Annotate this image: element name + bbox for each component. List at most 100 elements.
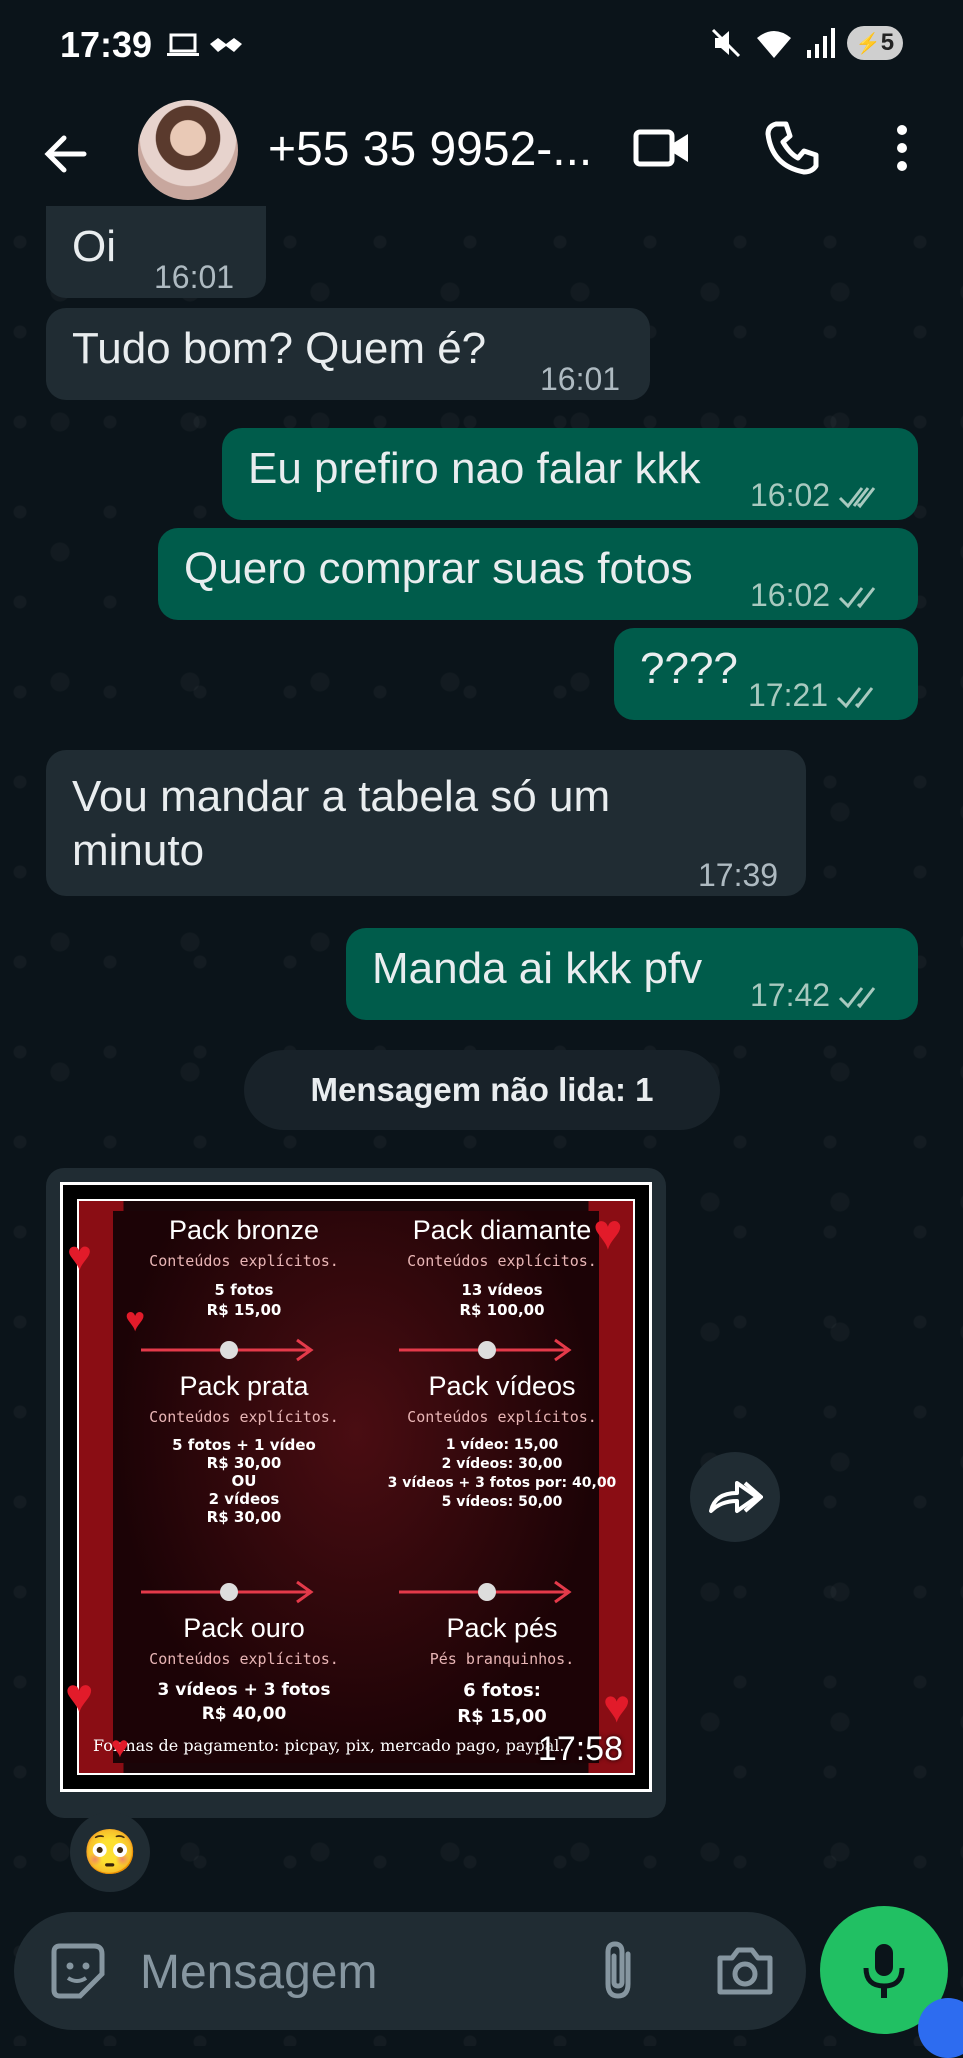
arrow-divider-icon (141, 1580, 314, 1604)
message-input[interactable] (138, 1938, 602, 2006)
message-time-text: 17:21 (748, 677, 829, 713)
heart-icon: ♥ (603, 1680, 631, 1732)
message-text: Quero comprar suas fotos (184, 544, 693, 593)
pack-line: R$ 30,00 (206, 1454, 282, 1472)
pack-line: 2 vídeos (208, 1490, 280, 1508)
read-receipt-icon (837, 686, 874, 708)
message-text: Tudo bom? Quem é? (72, 324, 487, 373)
message-time: 16:02 (750, 568, 882, 622)
heart-icon: ♥ (593, 1204, 623, 1260)
heart-icon: ♥ (65, 1670, 94, 1723)
microphone-icon (863, 1944, 905, 1998)
message-reaction[interactable]: 😳 (70, 1812, 150, 1892)
pack-title: Pack vídeos (428, 1371, 576, 1401)
read-receipt-icon (839, 486, 876, 508)
heart-icon: ♥ (67, 1232, 92, 1279)
message-text: Vou mandar a tabela só um (72, 772, 611, 821)
pack-card: Pack ouro Conteúdos explícitos. 3 vídeos… (109, 1613, 379, 1726)
pack-title: Pack pés (446, 1613, 558, 1643)
message-time: 17:21 (748, 668, 880, 722)
message-time-text: 17:42 (750, 977, 831, 1013)
pack-card: Pack bronze Conteúdos explícitos. 5 foto… (109, 1215, 379, 1320)
message-text: Manda ai kkk pfv (372, 944, 703, 993)
message-time: 16:02 (750, 468, 882, 522)
avatar[interactable] (138, 100, 238, 200)
message-incoming[interactable]: Vou mandar a tabela só um minuto 17:39 (46, 750, 806, 896)
read-receipt-icon (839, 586, 876, 608)
pack-line: 3 vídeos + 3 fotos (157, 1680, 331, 1700)
message-time: 16:01 (154, 259, 235, 295)
message-composer (14, 1912, 806, 2030)
message-text: Eu prefiro nao falar kkk (248, 444, 701, 493)
pack-title: Pack prata (179, 1371, 309, 1401)
pack-line: R$ 15,00 (206, 1301, 282, 1319)
pack-line: R$ 100,00 (459, 1301, 545, 1319)
video-call-icon[interactable] (632, 118, 692, 178)
status-bar: 17:39 ⚡ 5 (0, 0, 963, 92)
heart-icon: ♥ (111, 1731, 129, 1764)
pack-subtitle: Pés branquinhos. (429, 1650, 575, 1668)
signal-icon (807, 28, 835, 58)
pack-line: 3 vídeos + 3 fotos por: 40,00 (387, 1475, 617, 1491)
pack-subtitle: Conteúdos explícitos. (407, 1408, 597, 1426)
sticker-emoji-icon[interactable] (46, 1940, 108, 2002)
pack-line: 2 vídeos: 30,00 (441, 1456, 563, 1472)
pack-line: R$ 30,00 (206, 1508, 282, 1526)
unread-messages-divider: Mensagem não lida: 1 (244, 1050, 720, 1130)
camera-icon[interactable] (714, 1940, 776, 2002)
pack-line: R$ 40,00 (201, 1704, 287, 1724)
pack-title: Pack ouro (183, 1613, 305, 1643)
pack-title: Pack bronze (168, 1215, 320, 1245)
forward-icon (709, 1481, 763, 1513)
pack-card: Pack prata Conteúdos explícitos. 5 fotos… (109, 1371, 379, 1526)
price-table-image[interactable]: Pack bronze Conteúdos explícitos. 5 foto… (60, 1182, 652, 1792)
status-time: 17:39 (60, 24, 153, 65)
pack-line: 1 vídeo: 15,00 (445, 1437, 559, 1453)
attach-clip-icon[interactable] (588, 1940, 648, 2002)
pack-line: 5 fotos + 1 vídeo (172, 1436, 316, 1454)
pack-subtitle: Conteúdos explícitos. (149, 1252, 339, 1270)
laptop-icon (167, 33, 199, 56)
pack-card: Pack pés Pés branquinhos. 6 fotos: R$ 15… (367, 1613, 637, 1730)
floating-bubble-button[interactable] (918, 1998, 963, 2058)
image-time: 17:58 (537, 1730, 623, 1768)
pack-line: 13 vídeos (461, 1281, 543, 1299)
pack-subtitle: Conteúdos explícitos. (149, 1408, 339, 1426)
message-text: minuto (72, 826, 205, 875)
message-outgoing[interactable]: Eu prefiro nao falar kkk 16:02 (222, 428, 918, 520)
message-time: 16:01 (540, 361, 621, 397)
battery-icon: ⚡ (855, 32, 881, 55)
message-text: ???? (640, 644, 738, 693)
message-time-text: 16:02 (750, 577, 831, 613)
arrow-divider-icon (141, 1338, 314, 1362)
message-outgoing[interactable]: ???? 17:21 (614, 628, 918, 720)
message-time-text: 16:02 (750, 477, 831, 513)
message-text: Oi (72, 222, 116, 271)
more-options-icon[interactable] (880, 118, 924, 178)
forward-button[interactable] (690, 1452, 780, 1542)
payment-methods-text: Formas de pagamento: picpay, pix, mercad… (93, 1736, 565, 1755)
read-receipt-icon (839, 986, 876, 1008)
battery-indicator: ⚡ 5 (847, 26, 903, 60)
message-time: 17:39 (698, 857, 779, 893)
message-time: 17:42 (750, 968, 882, 1022)
arrow-divider-icon (399, 1580, 572, 1604)
battery-level: 5 (880, 29, 895, 56)
chat-header: +55 35 9952-... (0, 92, 963, 222)
arrow-divider-icon (399, 1338, 572, 1362)
message-incoming[interactable]: Oi 16:01 (46, 206, 266, 298)
pack-line: 6 fotos: (463, 1680, 541, 1701)
phone-icon[interactable] (762, 118, 822, 178)
pack-line: R$ 15,00 (457, 1706, 547, 1727)
message-outgoing[interactable]: Quero comprar suas fotos 16:02 (158, 528, 918, 620)
wifi-icon (757, 31, 791, 58)
pack-card: Pack vídeos Conteúdos explícitos. 1 víde… (357, 1371, 647, 1512)
heart-icon: ♥ (125, 1301, 146, 1339)
pack-line: 5 fotos (214, 1281, 274, 1299)
image-message[interactable]: Pack bronze Conteúdos explícitos. 5 foto… (46, 1168, 666, 1818)
message-incoming[interactable]: Tudo bom? Quem é? 16:01 (46, 308, 650, 400)
contact-name[interactable]: +55 35 9952-... (268, 122, 592, 177)
message-outgoing[interactable]: Manda ai kkk pfv 17:42 (346, 928, 918, 1020)
back-arrow-icon[interactable] (36, 124, 96, 184)
mute-vibrate-icon (711, 28, 741, 58)
